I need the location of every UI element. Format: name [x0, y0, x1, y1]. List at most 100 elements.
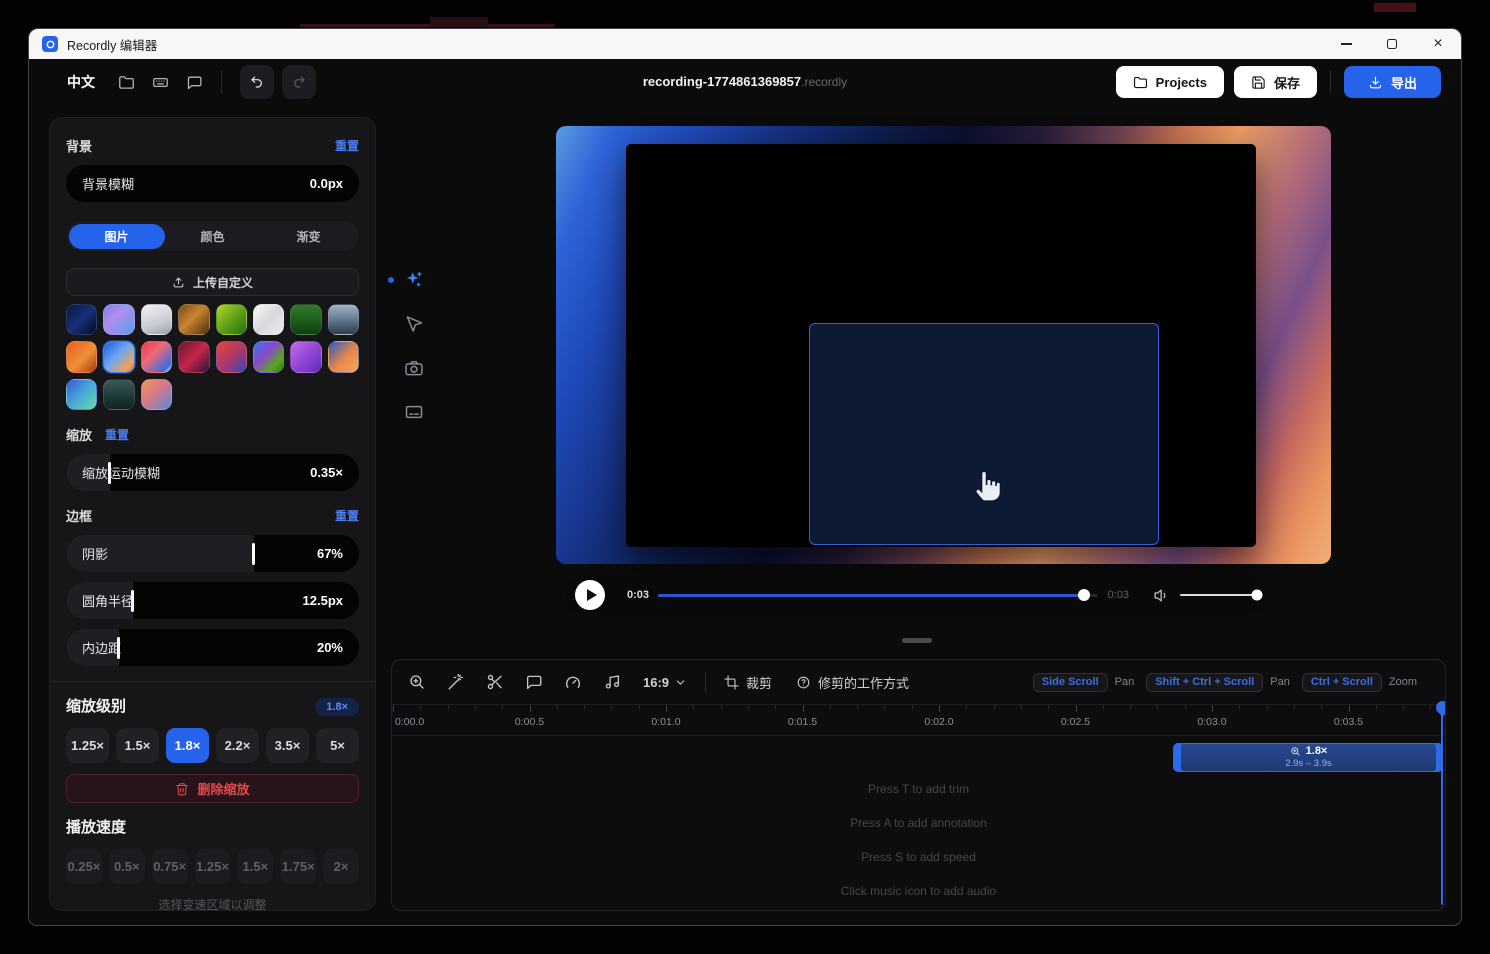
- feedback-icon[interactable]: [177, 65, 211, 99]
- zoom-level-option[interactable]: 5×: [316, 728, 359, 763]
- background-thumbnail-14[interactable]: [253, 341, 284, 372]
- save-button[interactable]: 保存: [1234, 66, 1317, 98]
- minimize-button[interactable]: [1323, 29, 1369, 59]
- speed-option[interactable]: 0.75×: [152, 849, 188, 884]
- volume-slider[interactable]: [1180, 594, 1257, 597]
- seek-handle[interactable]: [1078, 589, 1090, 601]
- zoom-selection-region[interactable]: [809, 323, 1159, 545]
- border-slider-1-handle[interactable]: [252, 543, 255, 565]
- ruler-tick: [693, 705, 694, 709]
- maximize-icon: [1387, 39, 1397, 49]
- background-thumbnail-5[interactable]: [216, 304, 247, 335]
- maximize-button[interactable]: [1369, 29, 1415, 59]
- play-icon: [587, 589, 597, 601]
- timeline-zoom-icon[interactable]: [408, 673, 426, 691]
- redo-button[interactable]: [282, 65, 316, 99]
- background-thumbnail-4[interactable]: [178, 304, 209, 335]
- annotation-icon[interactable]: [525, 673, 543, 691]
- timeline-resize-handle[interactable]: [902, 638, 932, 643]
- zoom-reset-link[interactable]: 重置: [105, 426, 129, 443]
- undo-button[interactable]: [240, 65, 274, 99]
- background-thumbnail-2[interactable]: [103, 304, 134, 335]
- speed-option[interactable]: 1.25×: [195, 849, 231, 884]
- background-thumbnail-11[interactable]: [141, 341, 172, 372]
- background-thumbnail-16[interactable]: [328, 341, 359, 372]
- play-button[interactable]: [575, 580, 605, 610]
- subtitle-card-icon: [404, 402, 424, 422]
- music-icon[interactable]: [603, 673, 621, 691]
- zoom-level-option[interactable]: 1.25×: [66, 728, 109, 763]
- camera-tool[interactable]: [400, 354, 428, 382]
- background-thumbnail-1[interactable]: [66, 304, 97, 335]
- camera-icon: [404, 358, 424, 378]
- ruler-tick: [1185, 705, 1186, 709]
- ruler-tick: [1103, 705, 1104, 709]
- ruler-tick: [1239, 705, 1240, 709]
- speed-option[interactable]: 0.25×: [66, 849, 102, 884]
- background-thumbnail-6[interactable]: [253, 304, 284, 335]
- border-reset-link[interactable]: 重置: [335, 507, 359, 524]
- crop-button[interactable]: 裁剪: [724, 673, 772, 692]
- background-thumbnail-12[interactable]: [178, 341, 209, 372]
- aspect-ratio-dropdown[interactable]: 16:9: [643, 675, 687, 690]
- ruler-tick: [884, 705, 885, 709]
- language-button[interactable]: 中文: [67, 72, 95, 92]
- background-tab-2[interactable]: 颜色: [165, 224, 261, 249]
- captions-tool[interactable]: [400, 398, 428, 426]
- zoom-motion-blur-slider[interactable]: 缩放运动模糊0.35×: [66, 454, 359, 491]
- export-button[interactable]: 导出: [1344, 66, 1441, 98]
- section-divider: [50, 681, 375, 682]
- background-thumbnail-18[interactable]: [103, 379, 134, 410]
- shortcut-action: Pan: [1270, 676, 1290, 688]
- seek-bar[interactable]: [658, 594, 1098, 597]
- background-thumbnail-17[interactable]: [66, 379, 97, 410]
- ruler-tick: [803, 705, 804, 712]
- background-thumbnail-3[interactable]: [141, 304, 172, 335]
- cursor-tool[interactable]: [400, 310, 428, 338]
- magic-wand-icon[interactable]: [447, 673, 465, 691]
- speed-option[interactable]: 1.75×: [280, 849, 316, 884]
- zoom-level-option[interactable]: 1.5×: [116, 728, 159, 763]
- folder-icon[interactable]: [109, 65, 143, 99]
- keyboard-icon[interactable]: [143, 65, 177, 99]
- upload-custom-button[interactable]: 上传自定义: [66, 268, 359, 296]
- close-button[interactable]: ×: [1415, 29, 1461, 59]
- background-tab-1[interactable]: 图片: [69, 224, 165, 249]
- zoom-segment[interactable]: 1.8× 2.9s – 3.9s: [1173, 743, 1443, 772]
- speed-icon[interactable]: [564, 673, 582, 691]
- border-sliders: 阴影67% 圆角半径12.5px 内边距20%: [66, 535, 359, 666]
- ruler-label: 0:03.0: [1197, 716, 1226, 728]
- trash-icon: [175, 782, 189, 796]
- effects-tool[interactable]: [400, 266, 428, 294]
- background-reset-link[interactable]: 重置: [335, 137, 359, 154]
- volume-handle[interactable]: [1252, 590, 1263, 601]
- border-slider-3[interactable]: 内边距20%: [66, 629, 359, 666]
- background-blur-slider[interactable]: 背景模糊0.0px: [66, 165, 359, 202]
- projects-button[interactable]: Projects: [1116, 66, 1224, 98]
- background-thumbnail-13[interactable]: [216, 341, 247, 372]
- delete-zoom-button[interactable]: 删除缩放: [66, 774, 359, 803]
- border-slider-1[interactable]: 阴影67%: [66, 535, 359, 572]
- timeline-ruler[interactable]: 0:00.00:00.50:01.00:01.50:02.00:02.50:03…: [392, 704, 1445, 736]
- background-thumbnail-10[interactable]: [103, 341, 134, 372]
- speed-option[interactable]: 2×: [323, 849, 359, 884]
- zoom-level-option[interactable]: 3.5×: [266, 728, 309, 763]
- background-thumbnail-15[interactable]: [290, 341, 321, 372]
- background-thumbnail-19[interactable]: [141, 379, 172, 410]
- zoom-level-option[interactable]: 1.8×: [166, 728, 209, 763]
- ruler-label: 0:00.5: [515, 716, 544, 728]
- speed-option[interactable]: 1.5×: [237, 849, 273, 884]
- background-thumbnail-7[interactable]: [290, 304, 321, 335]
- cut-icon[interactable]: [486, 673, 504, 691]
- timeline-track[interactable]: 1.8× 2.9s – 3.9s Press T to add trimPres…: [392, 736, 1445, 910]
- speed-option[interactable]: 0.5×: [109, 849, 145, 884]
- border-slider-2-value: 12.5px: [303, 593, 343, 608]
- video-preview[interactable]: [556, 126, 1331, 564]
- background-thumbnail-9[interactable]: [66, 341, 97, 372]
- trim-help-button[interactable]: 修剪的工作方式: [796, 673, 909, 692]
- volume-icon[interactable]: [1153, 587, 1170, 604]
- zoom-level-option[interactable]: 2.2×: [216, 728, 259, 763]
- border-slider-2[interactable]: 圆角半径12.5px: [66, 582, 359, 619]
- background-thumbnail-8[interactable]: [328, 304, 359, 335]
- background-tab-3[interactable]: 渐变: [261, 224, 357, 249]
